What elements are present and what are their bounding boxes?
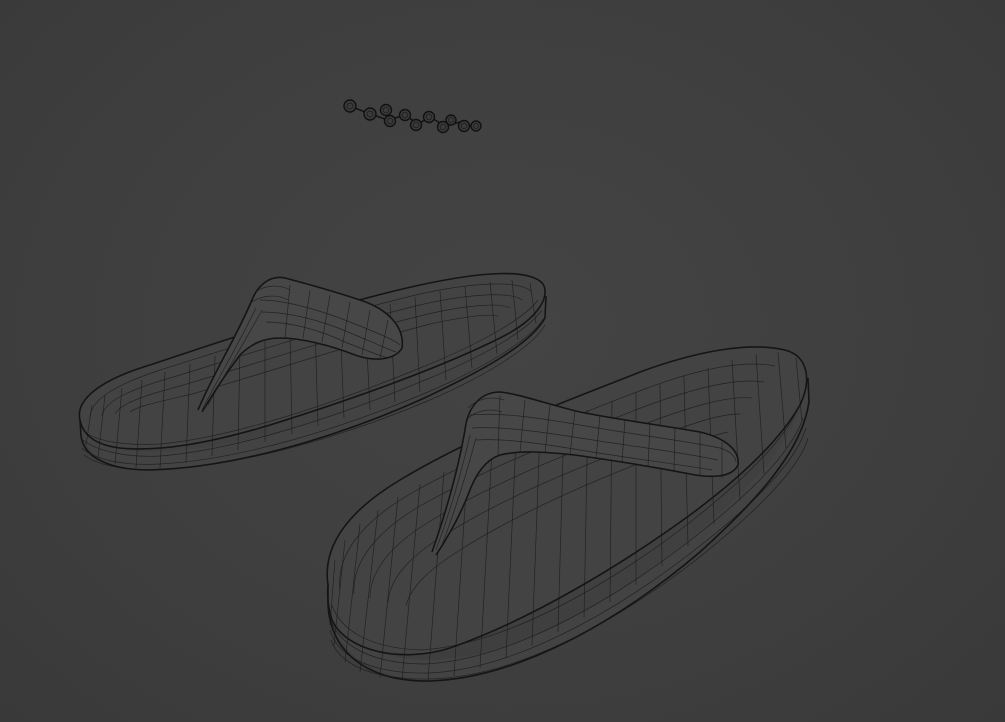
bead-chain-beads bbox=[343, 99, 482, 134]
viewport-scene[interactable] bbox=[0, 0, 1005, 722]
3d-viewport[interactable] bbox=[0, 0, 1005, 722]
bead-chain-mesh[interactable] bbox=[343, 99, 482, 134]
